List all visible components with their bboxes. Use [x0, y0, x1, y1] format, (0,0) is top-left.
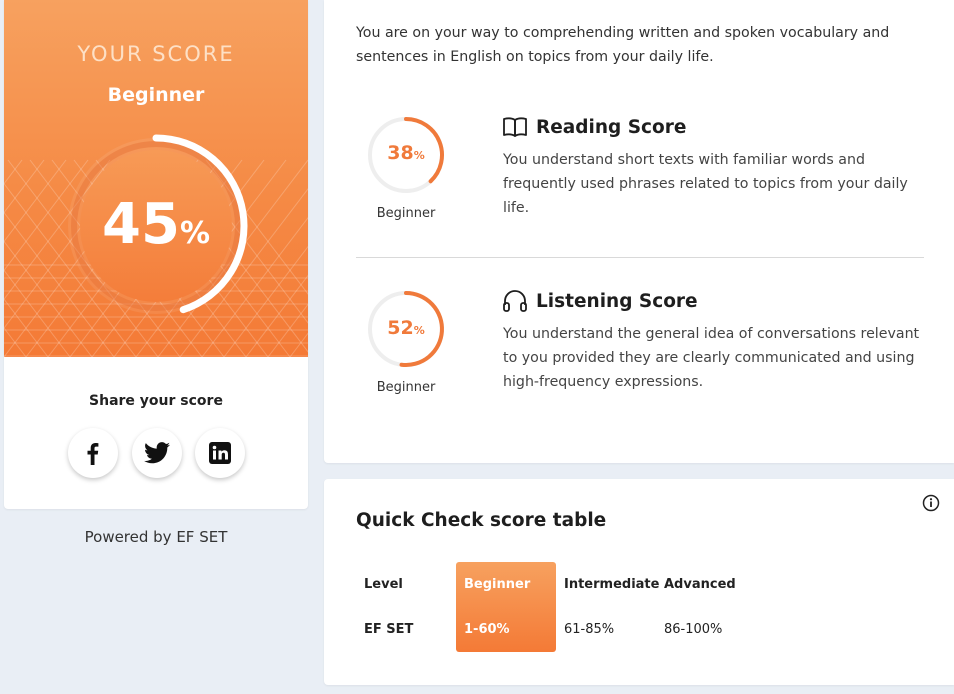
listening-score-title: Listening Score: [502, 289, 698, 313]
reading-level: Beginner: [376, 206, 436, 221]
listening-score-description: You understand the general idea of conve…: [503, 326, 920, 390]
overall-score-value: 45%: [102, 192, 210, 257]
share-label: Share your score: [89, 393, 223, 409]
score-title: YOUR SCORE: [77, 42, 235, 66]
twitter-share-button[interactable]: [132, 428, 182, 478]
score-table-title: Quick Check score table: [356, 510, 607, 531]
range-intermediate: 61-85%: [564, 622, 615, 637]
divider: [356, 257, 924, 258]
range-advanced: 86-100%: [664, 622, 723, 637]
score-hero: YOUR SCORE Beginner 45%: [4, 0, 308, 357]
facebook-icon: [87, 443, 99, 465]
score-table-panel: Quick Check score table Level EF SET Beg…: [324, 479, 954, 685]
twitter-icon: [144, 442, 170, 464]
info-icon[interactable]: [922, 494, 940, 512]
linkedin-share-button[interactable]: [195, 428, 245, 478]
reading-score-title: Reading Score: [502, 115, 686, 139]
level-advanced: Advanced: [664, 577, 736, 592]
facebook-share-button[interactable]: [68, 428, 118, 478]
headphones-icon: [502, 289, 528, 313]
range-beginner: 1-60%: [464, 622, 510, 637]
level-intermediate: Intermediate: [564, 577, 660, 592]
linkedin-icon: [209, 442, 231, 464]
level-beginner: Beginner: [464, 577, 531, 592]
score-level: Beginner: [107, 84, 205, 106]
listening-level: Beginner: [376, 380, 436, 395]
powered-by: Powered by EF SET: [84, 528, 228, 546]
row-header-efset: EF SET: [364, 622, 414, 637]
reading-score-description: You understand short texts with familiar…: [503, 152, 908, 216]
book-icon: [502, 115, 528, 139]
highlighted-level-column: [456, 562, 556, 652]
intro-text: You are on your way to comprehending wri…: [356, 25, 890, 65]
listening-score-value: 52%: [387, 317, 425, 339]
score-card: YOUR SCORE Beginner 45% Share your score: [4, 0, 308, 509]
row-header-level: Level: [364, 577, 403, 592]
reading-score-value: 38%: [387, 142, 425, 164]
score-details-panel: You are on your way to comprehending wri…: [324, 0, 954, 463]
